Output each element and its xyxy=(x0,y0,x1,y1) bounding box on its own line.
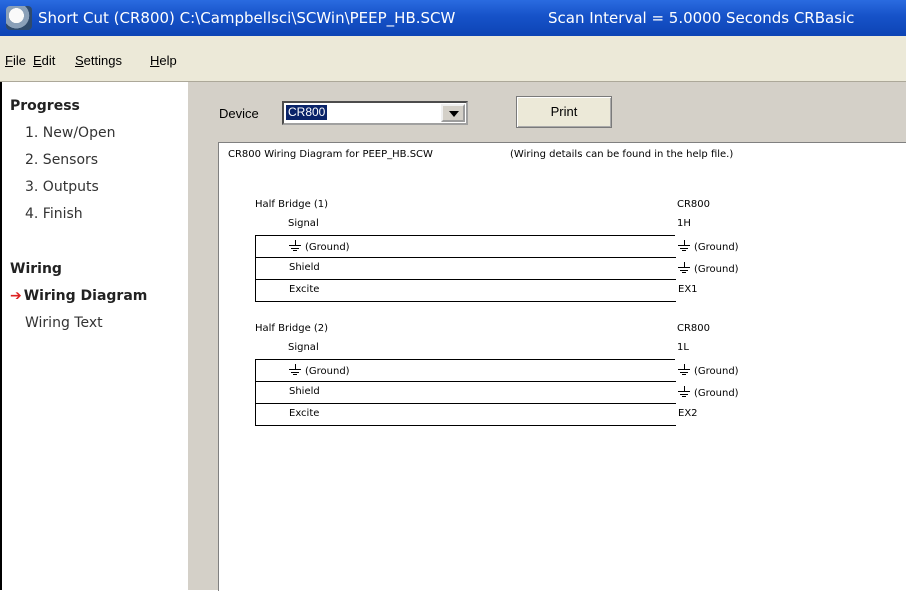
device-select-value: CR800 xyxy=(286,105,328,120)
wire-label: (Ground) xyxy=(289,364,350,377)
nav-new-open[interactable]: 1. New/Open xyxy=(25,125,115,141)
nav-finish[interactable]: 4. Finish xyxy=(25,206,83,222)
arrow-right-icon: ➔ xyxy=(10,288,22,304)
wire-row: Excite EX2 xyxy=(255,404,796,426)
wire-terminal: (Ground) xyxy=(678,364,739,377)
print-button[interactable]: Print xyxy=(516,96,612,128)
wire-terminal: 1H xyxy=(677,218,691,229)
nav-outputs[interactable]: 3. Outputs xyxy=(25,179,99,195)
wire-label: Signal xyxy=(288,342,319,353)
diagram-title: CR800 Wiring Diagram for PEEP_HB.SCW xyxy=(228,149,433,160)
ground-icon xyxy=(678,364,690,375)
block-device: CR800 xyxy=(677,199,711,210)
nav-wiring-text[interactable]: Wiring Text xyxy=(25,315,103,331)
wire-terminal: (Ground) xyxy=(678,386,739,399)
menu-bar: File Edit Settings Help xyxy=(0,36,906,82)
wire-row: (Ground) (Ground) xyxy=(255,360,796,382)
ground-icon xyxy=(289,364,301,375)
wire-terminal: (Ground) xyxy=(678,262,739,275)
window-title: Short Cut (CR800) C:\Campbellsci\SCWin\P… xyxy=(38,9,456,27)
ground-icon xyxy=(678,262,690,273)
wiring-diagram-page: CR800 Wiring Diagram for PEEP_HB.SCW (Wi… xyxy=(218,142,906,591)
device-label: Device xyxy=(219,106,259,121)
ground-icon xyxy=(289,240,301,251)
block-device: CR800 xyxy=(677,323,711,334)
nav-wiring-diagram[interactable]: ➔ Wiring Diagram xyxy=(10,288,147,304)
wire-row: (Ground) (Ground) xyxy=(255,236,796,258)
wire-row: Shield (Ground) xyxy=(255,382,796,404)
block-header: Half Bridge (1) xyxy=(255,199,329,210)
wire-row: Signal 1H xyxy=(255,214,795,236)
nav-wiring-diagram-label: Wiring Diagram xyxy=(23,288,148,304)
wire-terminal: EX1 xyxy=(678,284,698,295)
wire-row: Excite EX1 xyxy=(255,280,796,302)
progress-header: Progress xyxy=(10,98,80,114)
device-select[interactable]: CR800 xyxy=(282,101,468,125)
title-bar: Short Cut (CR800) C:\Campbellsci\SCWin\P… xyxy=(0,0,906,36)
wire-label: Shield xyxy=(289,262,320,273)
block-header: Half Bridge (2) xyxy=(255,323,329,334)
wire-line xyxy=(256,425,676,426)
nav-sensors[interactable]: 2. Sensors xyxy=(25,152,98,168)
menu-file[interactable]: File xyxy=(5,53,26,68)
wire-label: (Ground) xyxy=(289,240,350,253)
wire-row: Signal 1L xyxy=(255,338,795,360)
wire-terminal: 1L xyxy=(677,342,689,353)
menu-settings[interactable]: Settings xyxy=(75,53,122,68)
ground-icon xyxy=(678,240,690,251)
wiring-header: Wiring xyxy=(10,261,62,277)
left-nav-panel: Progress 1. New/Open 2. Sensors 3. Outpu… xyxy=(0,82,189,590)
ground-icon xyxy=(678,386,690,397)
chevron-down-icon[interactable] xyxy=(441,104,465,122)
menu-edit[interactable]: Edit xyxy=(33,53,55,68)
wire-terminal: EX2 xyxy=(678,408,698,419)
app-icon[interactable] xyxy=(6,6,32,30)
wire-label: Excite xyxy=(289,284,320,295)
diagram-note: (Wiring details can be found in the help… xyxy=(510,149,734,160)
wire-label: Shield xyxy=(289,386,320,397)
menu-help[interactable]: Help xyxy=(150,53,177,68)
wire-line xyxy=(256,301,676,302)
wire-label: Excite xyxy=(289,408,320,419)
scan-interval-text: Scan Interval = 5.0000 Seconds CRBasic xyxy=(548,9,855,27)
wire-terminal: (Ground) xyxy=(678,240,739,253)
wire-row: Shield (Ground) xyxy=(255,258,796,280)
wire-label: Signal xyxy=(288,218,319,229)
main-content: Device CR800 Print CR800 Wiring Diagram … xyxy=(188,82,906,591)
